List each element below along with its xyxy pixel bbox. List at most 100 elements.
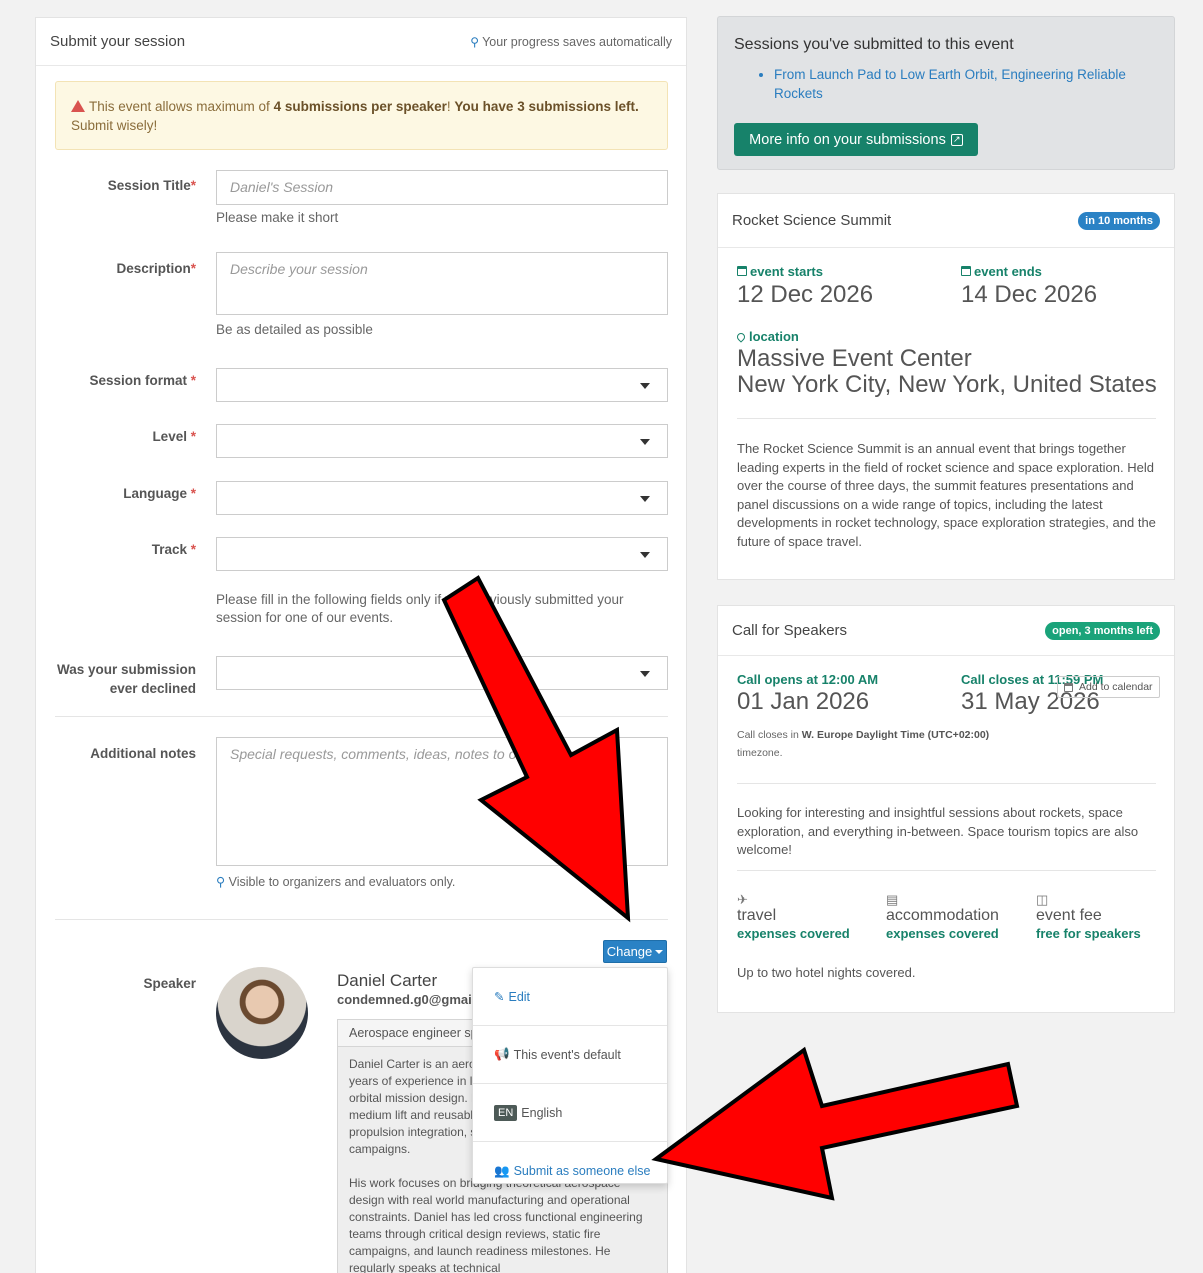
session-format-label: Session format * bbox=[89, 373, 196, 388]
form-title: Submit your session bbox=[50, 33, 186, 50]
event-card-header: Rocket Science Summit in 10 months bbox=[718, 194, 1174, 248]
change-button-label: Change bbox=[606, 944, 653, 959]
cfs-title: Call for Speakers bbox=[732, 622, 848, 639]
description-placeholder: Describe your session bbox=[230, 261, 368, 277]
event-location: Massive Event Center New York City, New Y… bbox=[737, 346, 1157, 398]
event-end-date: 14 Dec 2026 bbox=[961, 281, 1098, 308]
previous-submission-help: Please fill in the following fields only… bbox=[216, 592, 624, 625]
menu-item-event-default[interactable]: 📢 This event's default bbox=[473, 1026, 667, 1084]
autosave-note: ⚲ Your progress saves automatically bbox=[470, 35, 672, 49]
bed-icon: ▤ bbox=[886, 892, 899, 907]
menu-item-edit[interactable]: ✎ Edit bbox=[473, 968, 667, 1026]
menu-item-language-label: English bbox=[521, 1105, 563, 1120]
language-select[interactable] bbox=[216, 481, 668, 515]
additional-notes-help-text: Visible to organizers and evaluators onl… bbox=[228, 875, 456, 889]
cfs-description: Looking for interesting and insightful s… bbox=[737, 805, 1139, 858]
session-title-label: Session Title* bbox=[107, 178, 196, 193]
event-venue: Massive Event Center bbox=[737, 345, 972, 372]
chevron-down-icon bbox=[640, 552, 650, 558]
speaker-name: Daniel Carter bbox=[337, 971, 438, 990]
perk-travel-title: travel bbox=[737, 907, 777, 924]
level-label: Level * bbox=[152, 429, 196, 444]
divider bbox=[737, 783, 1156, 784]
cfs-timezone-note: Call closes in W. Europe Daylight Time (… bbox=[737, 729, 990, 759]
event-name: Rocket Science Summit bbox=[732, 212, 892, 229]
session-title-placeholder: Daniel's Session bbox=[230, 179, 334, 195]
divider bbox=[737, 418, 1156, 419]
calendar-icon bbox=[737, 266, 747, 276]
alert-remaining: You have 3 submissions left. bbox=[454, 99, 639, 114]
additional-notes-help: ⚲ Visible to organizers and evaluators o… bbox=[216, 873, 455, 891]
event-card: Rocket Science Summit in 10 months event… bbox=[717, 193, 1175, 580]
speaker-label: Speaker bbox=[143, 976, 196, 991]
event-starts-label: event starts bbox=[737, 264, 823, 279]
speaker-change-menu: ✎ Edit 📢 This event's default EN English… bbox=[472, 967, 668, 1184]
menu-item-submit-as-someone-else[interactable]: 👥 Submit as someone else bbox=[473, 1142, 667, 1200]
cfs-open-date: 01 Jan 2026 bbox=[737, 688, 870, 715]
level-select[interactable] bbox=[216, 424, 668, 458]
calendar-icon bbox=[961, 266, 971, 276]
description-input[interactable]: Describe your session bbox=[216, 252, 668, 315]
submission-limit-alert: This event allows maximum of 4 submissio… bbox=[55, 81, 668, 150]
alert-text-prefix: This event allows maximum of bbox=[89, 99, 274, 114]
warning-icon bbox=[71, 100, 85, 112]
change-speaker-button[interactable]: Change bbox=[603, 940, 667, 963]
description-help: Be as detailed as possible bbox=[216, 322, 373, 337]
cfs-header: Call for Speakers open, 3 months left bbox=[718, 606, 1174, 656]
event-timing-badge: in 10 months bbox=[1078, 211, 1160, 230]
caret-down-icon bbox=[655, 949, 664, 954]
track-select[interactable] bbox=[216, 537, 668, 571]
cfs-status-badge: open, 3 months left bbox=[1045, 621, 1160, 640]
perk-accommodation-title: accommodation bbox=[886, 907, 999, 924]
more-info-label: More info on your submissions bbox=[749, 131, 946, 148]
menu-item-default-label: This event's default bbox=[513, 1047, 621, 1062]
divider bbox=[55, 716, 668, 717]
perk-event-fee-detail: free for speakers bbox=[1036, 926, 1141, 941]
alert-text-suffix: Submit wisely! bbox=[71, 118, 158, 133]
menu-item-edit-label: Edit bbox=[508, 989, 531, 1004]
more-info-button[interactable]: More info on your submissions ↗ bbox=[734, 123, 978, 156]
plane-icon: ✈ bbox=[737, 892, 748, 907]
cfs-opens-label: Call opens at 12:00 AM bbox=[737, 672, 879, 687]
event-ends-label: event ends bbox=[961, 264, 1042, 279]
annotation-arrow-left bbox=[651, 1046, 1020, 1201]
event-location-label: location bbox=[735, 329, 799, 344]
declined-select[interactable] bbox=[216, 656, 668, 690]
lightbulb-icon: ⚲ bbox=[470, 34, 480, 49]
users-icon: 👥 bbox=[494, 1163, 510, 1178]
chevron-down-icon bbox=[640, 439, 650, 445]
add-to-calendar-label: Add to calendar bbox=[1079, 681, 1153, 693]
ticket-icon: ◫ bbox=[1036, 892, 1049, 907]
megaphone-icon: 📢 bbox=[494, 1047, 510, 1061]
perk-travel: ✈ travel expenses covered bbox=[737, 892, 850, 941]
description-label: Description* bbox=[116, 261, 196, 276]
speaker-avatar bbox=[216, 967, 308, 1059]
additional-notes-input[interactable]: Special requests, comments, ideas, notes… bbox=[216, 737, 668, 866]
submitted-session-link[interactable]: From Launch Pad to Low Earth Orbit, Engi… bbox=[774, 65, 1158, 103]
session-title-help: Please make it short bbox=[216, 210, 339, 225]
menu-item-language[interactable]: EN English bbox=[473, 1084, 667, 1142]
form-header: Submit your session ⚲ Your progress save… bbox=[36, 18, 686, 66]
perk-accommodation: ▤ accommodation expenses covered bbox=[886, 892, 999, 941]
event-city: New York City, New York, United States bbox=[737, 371, 1157, 398]
perk-accommodation-detail: expenses covered bbox=[886, 926, 999, 941]
lightbulb-icon: ⚲ bbox=[216, 875, 226, 889]
event-description: The Rocket Science Summit is an annual e… bbox=[737, 441, 1156, 549]
page: Submit your session ⚲ Your progress save… bbox=[0, 0, 1203, 1273]
session-title-input[interactable]: Daniel's Session bbox=[216, 170, 668, 205]
submitted-sessions-panel: Sessions you've submitted to this event … bbox=[717, 16, 1175, 170]
menu-item-someone-else-label: Submit as someone else bbox=[513, 1164, 651, 1178]
pencil-icon: ✎ bbox=[494, 990, 505, 1004]
add-to-calendar-button[interactable]: Add to calendar bbox=[1057, 676, 1160, 698]
language-label: Language * bbox=[123, 486, 196, 501]
autosave-text: Your progress saves automatically bbox=[482, 34, 672, 49]
session-format-select[interactable] bbox=[216, 368, 668, 402]
divider bbox=[737, 870, 1156, 871]
alert-max: 4 submissions per speaker bbox=[273, 99, 447, 114]
submitted-sessions-list: From Launch Pad to Low Earth Orbit, Engi… bbox=[774, 65, 1158, 103]
chevron-down-icon bbox=[640, 383, 650, 389]
additional-notes-label: Additional notes bbox=[90, 746, 196, 761]
perk-travel-detail: expenses covered bbox=[737, 926, 850, 941]
chevron-down-icon bbox=[640, 671, 650, 677]
perk-event-fee-title: event fee bbox=[1036, 907, 1102, 924]
